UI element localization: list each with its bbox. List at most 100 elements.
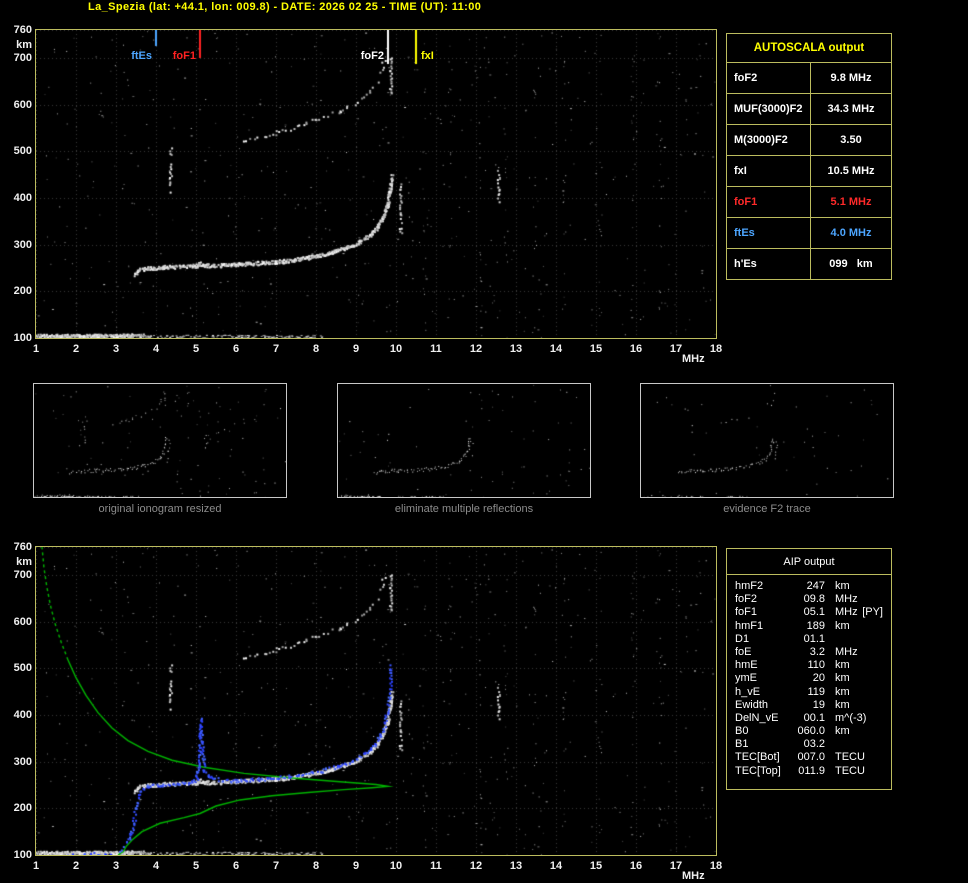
x-tick-label: 1 (32, 860, 40, 872)
thumbnail-f2-trace-canvas (641, 384, 893, 497)
aip-row-value: 007.0 (797, 751, 825, 764)
aip-row-foE: foE 3.2 MHz (735, 646, 885, 659)
aip-row-label: hmE (735, 659, 758, 672)
y-axis-unit: km (16, 39, 32, 51)
aip-row-value: 247 (806, 580, 825, 592)
aip-row-unit: km (835, 619, 850, 632)
aip-row-extra (883, 672, 885, 685)
aip-row-label: foE (735, 645, 752, 658)
aip-row-hmF1: hmF1 189 km (735, 620, 885, 633)
aip-row-foF2: foF2 09.8 MHz (735, 593, 885, 606)
aip-row-unit: TECU (835, 764, 865, 777)
y-tick-label: 200 (13, 285, 32, 298)
x-tick-label: 9 (352, 343, 360, 355)
aip-row-unit: MHz (835, 593, 858, 606)
aip-row-value: 110 (807, 659, 825, 672)
aip-row-extra (883, 659, 885, 672)
aip-row-extra (883, 593, 885, 606)
aip-row-value: 060.0 (797, 725, 825, 738)
aip-row-label: TEC[Top] (735, 764, 781, 777)
autoscala-row-ftEs: ftEs 4.0 MHz (727, 217, 891, 248)
x-tick-label: 16 (629, 860, 643, 872)
aip-row-value: 01.1 (803, 632, 825, 645)
main-ionogram-canvas (36, 30, 716, 338)
aip-row-unit: TECU (835, 751, 865, 764)
autoscala-row-label: foF2 (727, 63, 811, 93)
x-tick-label: 10 (389, 343, 403, 355)
aip-row-unit: m^(-3) (835, 711, 867, 724)
aip-row-TEC[Top]: TEC[Top] 011.9 TECU (735, 765, 885, 778)
x-tick-label: 13 (509, 860, 523, 872)
x-tick-label: 18 (709, 860, 723, 872)
y-tick-label: 300 (13, 238, 32, 251)
aip-row-label: foF2 (735, 593, 758, 606)
autoscala-panel-title: AUTOSCALA output (753, 42, 865, 54)
x-tick-label: 1 (32, 343, 40, 355)
x-tick-label: 6 (232, 343, 240, 355)
aip-row-hmE: hmE 110 km (735, 659, 885, 672)
y-axis-unit: km (16, 556, 32, 568)
y-tick-label: 500 (13, 145, 32, 158)
autoscala-window: La_Spezia (lat: +44.1, lon: 009.8) - DAT… (0, 0, 968, 883)
thumbnail-no-multiples-canvas (338, 384, 590, 497)
y-tick-label: 200 (13, 802, 32, 815)
aip-row-extra (883, 765, 885, 778)
aip-row-value: 119 (807, 685, 825, 698)
x-tick-label: 7 (272, 860, 280, 872)
autoscala-row-label: fxI (727, 156, 811, 186)
x-tick-label: 4 (152, 343, 160, 355)
x-tick-label: 13 (509, 343, 523, 355)
aip-row-TEC[Bot]: TEC[Bot] 007.0 TECU (735, 751, 885, 764)
aip-row-label: DelN_vE (735, 711, 779, 724)
x-tick-label: 12 (469, 343, 483, 355)
aip-row-label: hmF2 (735, 580, 764, 592)
x-tick-label: 14 (549, 860, 563, 872)
autoscala-row-foF2: foF2 9.8 MHz (727, 62, 891, 93)
aip-row-label: h_vE (735, 685, 761, 698)
aip-row-extra (883, 686, 885, 699)
aip-row-D1: D1 01.1 (735, 633, 885, 646)
x-tick-label: 3 (112, 860, 120, 872)
aip-row-unit: km (835, 580, 850, 592)
y-tick-label: 700 (13, 52, 32, 64)
aip-row-unit: MHz (835, 645, 858, 658)
profile-ionogram-plot (35, 546, 717, 856)
x-tick-label: 4 (152, 860, 160, 872)
autoscala-row-fxI: fxI 10.5 MHz (727, 155, 891, 186)
aip-row-unit: km (835, 685, 850, 698)
aip-row-h_vE: h_vE 119 km (735, 686, 885, 699)
aip-rows: hmF2 247 km foF2 09.8 MHz foF1 05.1 MHz [PY] hmF1 1… (727, 575, 891, 778)
autoscala-row-label: foF1 (727, 187, 811, 217)
y-tick-label: 400 (13, 709, 32, 721)
aip-row-value: 00.1 (803, 711, 825, 724)
aip-row-label: foF1 (735, 606, 758, 619)
aip-row-extra (883, 738, 885, 751)
aip-row-extra (883, 725, 885, 738)
autoscala-row-value: 099 km (829, 258, 873, 270)
aip-row-extra (883, 620, 885, 633)
autoscala-row-label: ftEs (727, 218, 811, 248)
aip-row-label: B1 (735, 738, 749, 751)
aip-row-value: 011.9 (798, 764, 825, 777)
autoscala-row-value: 10.5 MHz (827, 165, 875, 177)
thumbnail-no-multiples (337, 383, 591, 498)
aip-row-extra (883, 699, 885, 712)
x-tick-label: 10 (389, 860, 403, 872)
aip-row-extra (883, 646, 885, 659)
aip-row-foF1: foF1 05.1 MHz [PY] (735, 606, 885, 619)
aip-row-extra (883, 712, 885, 725)
autoscala-panel: AUTOSCALA output foF2 9.8 MHz MUF(3000)F2 3… (726, 33, 892, 280)
x-tick-label: 11 (430, 860, 442, 872)
aip-row-unit: km (835, 659, 850, 672)
aip-row-value: 03.2 (803, 738, 825, 751)
autoscala-row-MUF(3000)F2: MUF(3000)F2 34.3 MHz (727, 93, 891, 124)
aip-row-value: 3.2 (809, 645, 825, 658)
aip-row-label: D1 (735, 632, 750, 645)
x-tick-label: 16 (629, 343, 643, 355)
x-tick-label: 8 (312, 860, 320, 872)
x-tick-label: 5 (192, 860, 200, 872)
autoscala-row-label: M(3000)F2 (727, 125, 811, 155)
thumbnail-caption-f2-trace: evidence F2 trace (723, 503, 811, 515)
x-tick-label: 15 (589, 343, 603, 355)
aip-row-extra (883, 633, 885, 646)
